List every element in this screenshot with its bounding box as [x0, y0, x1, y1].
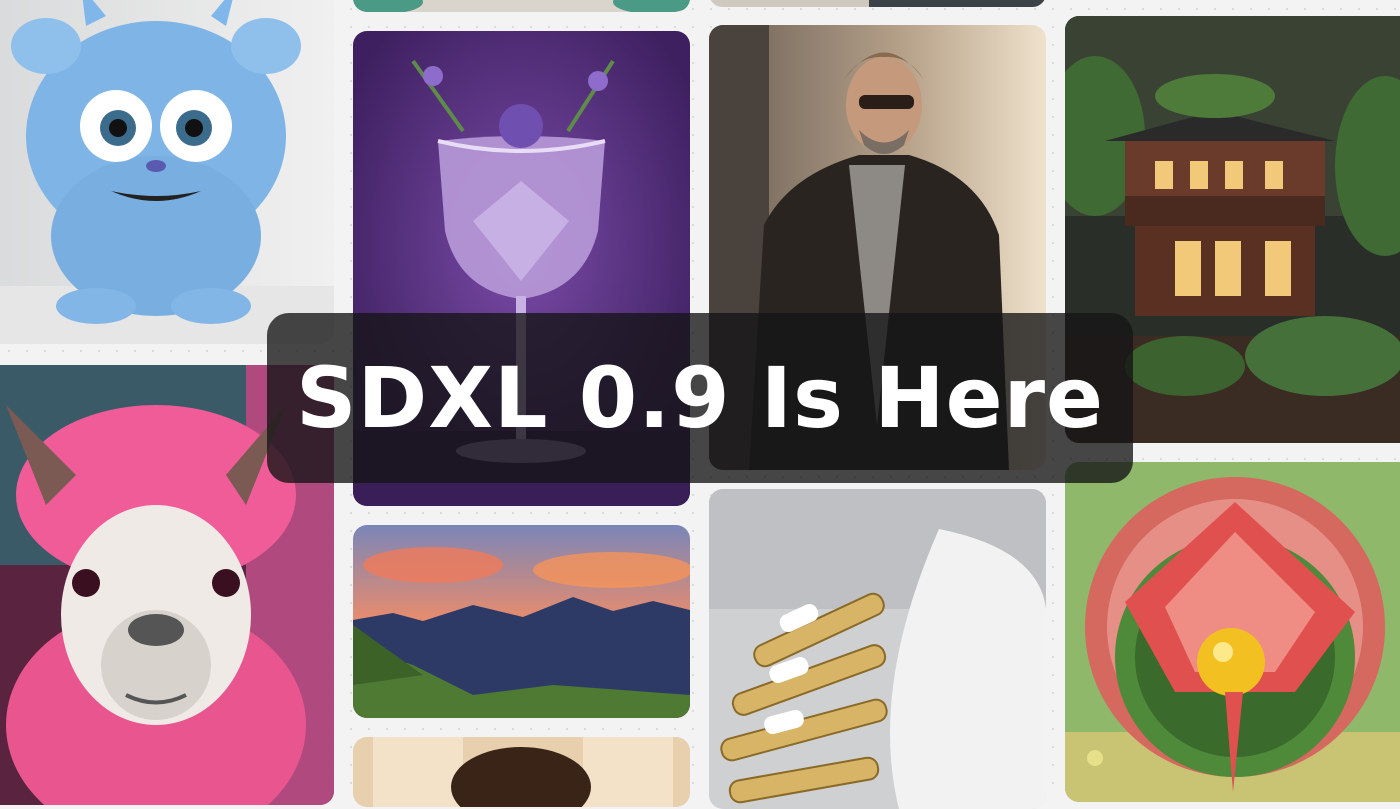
gallery-image-partial-bottom[interactable] — [353, 737, 690, 807]
gallery-image-watermelon-painting[interactable] — [1065, 462, 1400, 802]
banner-title: SDXL 0.9 Is Here — [296, 349, 1104, 447]
gallery-image-robot-hand[interactable] — [709, 489, 1046, 809]
gallery-image-partial-top-1[interactable] — [353, 0, 690, 12]
title-banner: SDXL 0.9 Is Here — [267, 313, 1133, 483]
gallery-image-partial-top-2[interactable] — [709, 0, 1046, 7]
gallery-image-blue-monster[interactable] — [0, 0, 334, 344]
gallery-image-mountain-sunset[interactable] — [353, 525, 690, 718]
